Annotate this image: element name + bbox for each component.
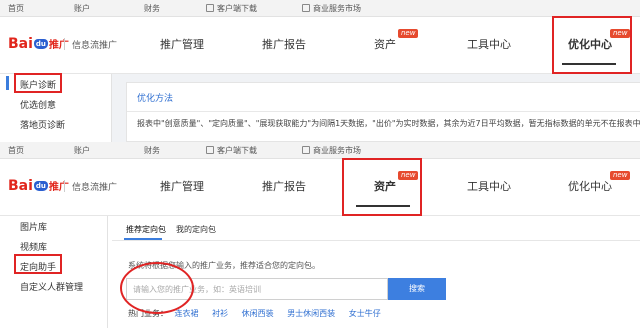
tab-recommended-package[interactable]: 推荐定向包 [126,224,166,235]
main-content: 优化方法 报表中"创意质量"、"定向质量"、"展现获取能力"为间隔1天数据，"出… [112,74,640,142]
annotation-box [14,254,62,274]
link-client-download[interactable]: 客户端下载 [206,145,257,156]
main-content: 推荐定向包 我的定向包 系统将根据您输入的推广业务，推荐适合您的定向包。 搜索 … [112,216,640,328]
nav-promotion-report[interactable]: 推广报告 [262,36,306,52]
annotation-box [552,16,632,74]
active-indicator [6,76,9,90]
hot-keyword-link[interactable]: 男士休闲西装 [287,309,335,318]
sidebar-item-custom-audience[interactable]: 自定义人群管理 [20,280,83,293]
client-download-icon [206,146,214,154]
link-business-market[interactable]: 商业服务市场 [302,3,361,14]
logo-divider [64,38,65,50]
nav-optimization-center[interactable]: 优化中心 [568,178,612,194]
business-market-label: 商业服务市场 [313,4,361,13]
logo-bai: Bai [8,178,33,194]
link-home[interactable]: 首页 [8,145,24,156]
annotation-box [342,158,422,216]
product-name: 信息流推广 [72,41,118,51]
nav-tool-center[interactable]: 工具中心 [467,36,511,52]
screenshot: 首页 账户 财务 客户端下载 商业服务市场 Bai du 推广 信息流推广 推广管理… [0,0,640,328]
annotation-circle [120,262,194,314]
logo-tuiguang: 推广 [48,182,69,193]
hot-keyword-link[interactable]: 衬衫 [212,309,228,318]
client-download-icon [206,4,214,12]
top-utility-bar: 首页 账户 财务 客户端下载 商业服务市场 [0,0,640,17]
sidebar-item-video-library[interactable]: 视频库 [20,240,47,253]
client-download-label: 客户端下载 [217,4,257,13]
optimization-method-card: 优化方法 报表中"创意质量"、"定向质量"、"展现获取能力"为间隔1天数据，"出… [126,82,640,142]
link-finance[interactable]: 财务 [144,145,160,156]
nav-promotion-report[interactable]: 推广报告 [262,178,306,194]
main-header: Bai du 推广 信息流推广 推广管理 推广报告 资产 new 工具中心 优化中心… [0,159,640,216]
annotation-box [14,73,62,93]
client-download-label: 客户端下载 [217,146,257,155]
product-name: 信息流推广 [72,183,118,193]
top-utility-bar: 首页 账户 财务 客户端下载 商业服务市场 [0,142,640,159]
sidebar-item-preferred-creative[interactable]: 优选创意 [20,98,56,111]
store-icon [302,146,310,154]
baidu-logo[interactable]: Bai du 推广 [8,36,69,52]
baidu-logo[interactable]: Bai du 推广 [8,178,69,194]
logo-tuiguang: 推广 [48,40,69,51]
new-badge: new [398,29,419,38]
store-icon [302,4,310,12]
logo-divider [64,180,65,192]
hot-keyword-link[interactable]: 连衣裙 [175,309,199,318]
nav-promotion-management[interactable]: 推广管理 [160,178,204,194]
sidebar-item-image-library[interactable]: 图片库 [20,220,47,233]
new-badge: new [610,171,631,180]
search-button[interactable]: 搜索 [388,278,446,300]
link-account[interactable]: 账户 [74,145,90,156]
sidebar-item-landing-page-diagnosis[interactable]: 落地页诊断 [20,118,65,131]
hot-keyword-link[interactable]: 休闲西装 [242,309,274,318]
logo-bai: Bai [8,36,33,52]
link-home[interactable]: 首页 [8,3,24,14]
logo-paw-icon: du [33,181,48,191]
divider [127,111,640,112]
link-business-market[interactable]: 商业服务市场 [302,145,361,156]
panel-assets: 首页 账户 财务 客户端下载 商业服务市场 Bai du 推广 信息流推广 推广管理… [0,142,640,328]
tabs-divider [112,240,640,241]
nav-tool-center[interactable]: 工具中心 [467,178,511,194]
link-client-download[interactable]: 客户端下载 [206,3,257,14]
link-account[interactable]: 账户 [74,3,90,14]
logo-paw-icon: du [33,39,48,49]
tab-my-package[interactable]: 我的定向包 [176,224,216,235]
hot-keyword-link[interactable]: 女士牛仔 [349,309,381,318]
card-title: 优化方法 [137,94,174,104]
nav-promotion-management[interactable]: 推广管理 [160,36,204,52]
main-header: Bai du 推广 信息流推广 推广管理 推广报告 资产 new 工具中心 优化中心… [0,17,640,74]
link-finance[interactable]: 财务 [144,3,160,14]
business-market-label: 商业服务市场 [313,146,361,155]
nav-assets[interactable]: 资产 [374,36,396,52]
card-description: 报表中"创意质量"、"定向质量"、"展现获取能力"为间隔1天数据，"出价"为实时… [137,119,640,128]
panel-optimization-center: 首页 账户 财务 客户端下载 商业服务市场 Bai du 推广 信息流推广 推广管理… [0,0,640,142]
